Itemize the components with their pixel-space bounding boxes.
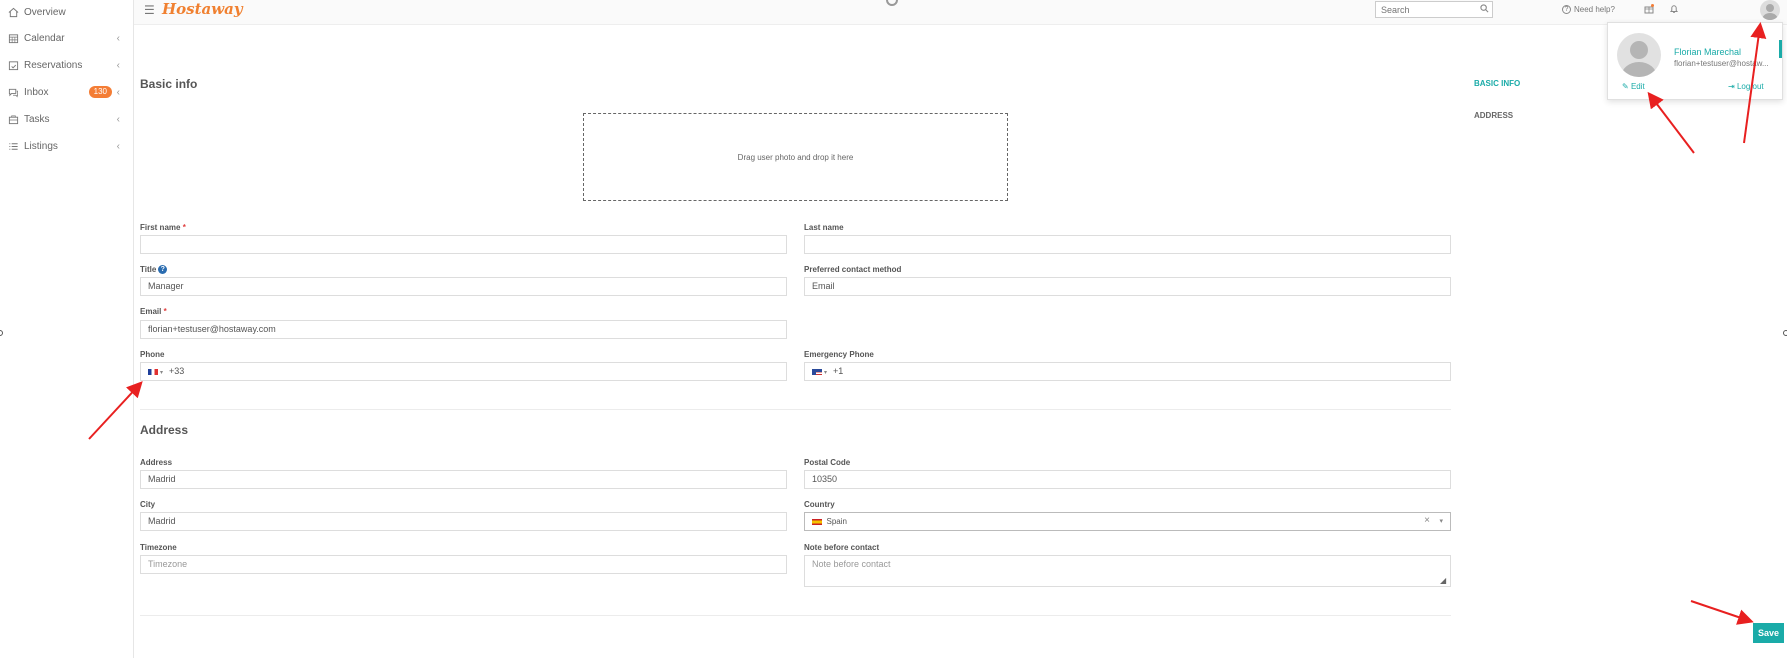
- timezone-label: Timezone: [140, 543, 177, 552]
- sidebar-item-inbox[interactable]: Inbox 130 ‹: [0, 82, 134, 102]
- chevron-left-icon: ‹: [116, 32, 120, 44]
- france-flag-icon[interactable]: [148, 368, 158, 375]
- photo-dropzone[interactable]: Drag user photo and drop it here: [583, 113, 1008, 201]
- logout-link[interactable]: ⇥ Log out: [1728, 82, 1764, 91]
- logout-icon: ⇥: [1728, 82, 1735, 91]
- last-name-label: Last name: [804, 223, 844, 232]
- preferred-contact-select[interactable]: Email: [804, 277, 1451, 296]
- us-flag-icon[interactable]: [812, 368, 822, 375]
- save-button[interactable]: Save: [1753, 623, 1784, 643]
- city-input[interactable]: Madrid: [140, 512, 787, 531]
- hostaway-logo[interactable]: Hostaway: [162, 0, 243, 18]
- info-icon[interactable]: ?: [158, 265, 168, 275]
- listings-icon: [7, 140, 19, 152]
- clear-icon[interactable]: ×: [1424, 515, 1430, 526]
- resize-handle-icon[interactable]: ◢: [1440, 576, 1446, 585]
- note-textarea[interactable]: Note before contact: [804, 555, 1451, 587]
- postal-code-label: Postal Code: [804, 458, 851, 467]
- reservations-icon: [7, 59, 19, 71]
- emergency-phone-input[interactable]: ▾ +1: [804, 362, 1451, 381]
- bell-icon[interactable]: [1669, 4, 1679, 17]
- arrow-to-edit-link: [1647, 91, 1695, 154]
- sidebar: Overview Calendar ‹ Reservations ‹ Inbox…: [0, 0, 134, 658]
- note-label: Note before contact: [804, 543, 880, 552]
- chevron-left-icon: ‹: [116, 59, 120, 71]
- edit-icon: ✎: [1622, 82, 1629, 91]
- profile-dropdown: Florian Marechal florian+testuser@hostaw…: [1607, 22, 1783, 100]
- loading-spinner-icon: [886, 0, 898, 6]
- sidebar-item-label: Listings: [24, 140, 58, 152]
- footer-divider: [140, 615, 1451, 616]
- country-value: Spain: [826, 517, 847, 526]
- menu-toggle-icon[interactable]: ☰: [144, 3, 155, 17]
- sidebar-item-label: Reservations: [24, 59, 83, 71]
- city-label: City: [140, 500, 156, 509]
- sidebar-item-label: Inbox: [24, 86, 49, 98]
- caret-down-icon[interactable]: ▾: [1439, 517, 1443, 525]
- country-label: Country: [804, 500, 835, 509]
- address-label: Address: [140, 458, 173, 467]
- emergency-phone-label: Emergency Phone: [804, 350, 874, 359]
- phone-country-code: +33: [169, 366, 185, 376]
- nav-address[interactable]: ADDRESS: [1474, 111, 1513, 120]
- postal-code-input[interactable]: 10350: [804, 470, 1451, 489]
- preferred-contact-label: Preferred contact method: [804, 265, 902, 274]
- title-label: Title?: [140, 265, 168, 275]
- sidebar-item-tasks[interactable]: Tasks ‹: [0, 109, 134, 129]
- gift-icon[interactable]: [1644, 4, 1654, 17]
- sidebar-item-overview[interactable]: Overview: [0, 2, 134, 22]
- address-title: Address: [140, 423, 189, 437]
- arrow-to-save: [1690, 600, 1754, 625]
- tasks-icon: [7, 113, 19, 125]
- question-icon: ?: [1562, 5, 1571, 14]
- chevron-left-icon: ‹: [116, 86, 120, 98]
- title-input[interactable]: Manager: [140, 277, 787, 296]
- profile-name[interactable]: Florian Marechal: [1674, 47, 1741, 57]
- email-input[interactable]: florian+testuser@hostaway.com: [140, 320, 787, 339]
- search-input[interactable]: [1375, 1, 1493, 18]
- sidebar-item-listings[interactable]: Listings ‹: [0, 136, 134, 156]
- last-name-input[interactable]: [804, 235, 1451, 254]
- first-name-input[interactable]: [140, 235, 787, 254]
- calendar-icon: [7, 32, 19, 44]
- basic-info-title: Basic info: [140, 77, 198, 91]
- phone-input[interactable]: ▾ +33: [140, 362, 787, 381]
- address-input[interactable]: Madrid: [140, 470, 787, 489]
- inbox-icon: [7, 86, 19, 98]
- sidebar-item-label: Calendar: [24, 32, 65, 44]
- help-label: Need help?: [1574, 5, 1615, 14]
- top-bar: ☰ Hostaway: [134, 0, 1787, 25]
- caret-down-icon: ▾: [824, 370, 828, 376]
- section-divider: [140, 409, 1451, 410]
- emergency-phone-country-code: +1: [833, 366, 844, 376]
- sidebar-item-calendar[interactable]: Calendar ‹: [0, 28, 134, 48]
- phone-label: Phone: [140, 350, 165, 359]
- chevron-left-icon: ‹: [116, 140, 120, 152]
- inbox-count-badge: 130: [88, 86, 112, 98]
- chevron-left-icon: ‹: [116, 113, 120, 125]
- user-avatar[interactable]: [1760, 0, 1780, 20]
- scroll-indicator: [1779, 40, 1782, 58]
- spain-flag-icon: [812, 518, 822, 525]
- caret-down-icon: ▾: [160, 370, 164, 376]
- sidebar-item-label: Tasks: [24, 113, 50, 125]
- help-link[interactable]: ? Need help?: [1562, 5, 1615, 14]
- profile-avatar: [1617, 33, 1661, 77]
- nav-basic-info[interactable]: BASIC INFO: [1474, 79, 1520, 88]
- profile-email: florian+testuser@hostaw...: [1674, 59, 1769, 68]
- right-edge-handle-icon: [1783, 330, 1787, 336]
- timezone-select[interactable]: Timezone: [140, 555, 787, 574]
- email-label: Email *: [140, 307, 167, 316]
- edit-profile-link[interactable]: ✎ Edit: [1622, 82, 1645, 91]
- home-icon: [7, 6, 19, 18]
- country-select[interactable]: Spain × ▾: [804, 512, 1451, 531]
- sidebar-item-label: Overview: [24, 6, 66, 18]
- search-icon[interactable]: [1480, 4, 1489, 15]
- dropzone-text: Drag user photo and drop it here: [737, 152, 854, 162]
- sidebar-item-reservations[interactable]: Reservations ‹: [0, 55, 134, 75]
- first-name-label: First name *: [140, 223, 186, 232]
